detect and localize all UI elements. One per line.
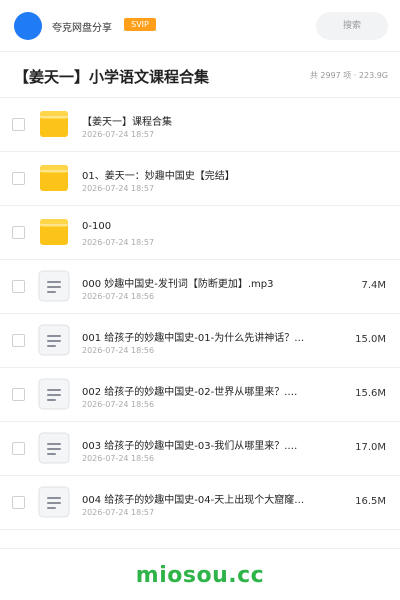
select-checkbox[interactable] bbox=[12, 226, 25, 239]
item-date: 2026-07-24 18:56 bbox=[82, 454, 155, 463]
document-icon bbox=[38, 432, 70, 464]
item-name[interactable]: 01、姜天一：妙趣中国史【完结】 bbox=[82, 167, 340, 182]
item-size: 15.6M bbox=[355, 388, 386, 399]
item-name[interactable]: 003 给孩子的妙趣中国史-03-我们从哪里来？.… bbox=[82, 437, 340, 452]
folder-row[interactable]: 01、姜天一：妙趣中国史【完结】 2026-07-24 18:57 bbox=[0, 152, 400, 206]
svip-badge: SVIP bbox=[124, 18, 156, 31]
item-date: 2026-07-24 18:57 bbox=[82, 508, 155, 517]
item-name[interactable]: 002 给孩子的妙趣中国史-02-世界从哪里来？.… bbox=[82, 383, 340, 398]
file-row[interactable]: 003 给孩子的妙趣中国史-03-我们从哪里来？.… 2026-07-24 18:… bbox=[0, 422, 400, 476]
item-size: 15.0M bbox=[355, 334, 386, 345]
folder-row[interactable]: 【姜天一】课程合集 2026-07-24 18:57 bbox=[0, 98, 400, 152]
item-date: 2026-07-24 18:57 bbox=[82, 184, 155, 193]
document-icon bbox=[38, 270, 70, 302]
item-date: 2026-07-24 18:56 bbox=[82, 346, 155, 355]
item-count: 共 2997 项 · 223.9G bbox=[309, 71, 388, 80]
select-checkbox[interactable] bbox=[12, 388, 25, 401]
item-size: 16.5M bbox=[355, 496, 386, 507]
item-size: 7.4M bbox=[361, 280, 386, 291]
folder-icon bbox=[38, 162, 70, 194]
watermark-logo: miosou.cc bbox=[135, 563, 265, 588]
file-row[interactable]: 004 给孩子的妙趣中国史-04-天上出现个大窟窿… 2026-07-24 18:… bbox=[0, 476, 400, 530]
select-checkbox[interactable] bbox=[12, 172, 25, 185]
folder-row[interactable]: 0-100 2026-07-24 18:57 bbox=[0, 206, 400, 260]
document-icon bbox=[38, 324, 70, 356]
item-name[interactable]: 【姜天一】课程合集 bbox=[82, 113, 340, 128]
file-row[interactable]: 002 给孩子的妙趣中国史-02-世界从哪里来？.… 2026-07-24 18:… bbox=[0, 368, 400, 422]
folder-header: 【姜天一】小学语文课程合集 共 2997 项 · 223.9G bbox=[0, 52, 400, 98]
top-bar: 夸克网盘分享 SVIP 搜索 bbox=[0, 0, 400, 52]
item-name[interactable]: 0-100 bbox=[82, 221, 340, 232]
search-input[interactable]: 搜索 bbox=[316, 12, 388, 40]
footer: miosou.cc bbox=[0, 548, 400, 600]
item-date: 2026-07-24 18:56 bbox=[82, 292, 155, 301]
file-row[interactable]: 000 妙趣中国史-发刊词【防断更加】.mp3 2026-07-24 18:56 7… bbox=[0, 260, 400, 314]
file-row[interactable]: 001 给孩子的妙趣中国史-01-为什么先讲神话？… 2026-07-24 18:… bbox=[0, 314, 400, 368]
select-checkbox[interactable] bbox=[12, 280, 25, 293]
page-title: 【姜天一】小学语文课程合集 bbox=[14, 68, 210, 86]
avatar[interactable] bbox=[14, 12, 42, 40]
file-list: 【姜天一】课程合集 2026-07-24 18:57 01、姜天一：妙趣中国史【完结… bbox=[0, 98, 400, 530]
user-name[interactable]: 夸克网盘分享 bbox=[52, 19, 112, 34]
item-date: 2026-07-24 18:57 bbox=[82, 238, 155, 247]
document-icon bbox=[38, 486, 70, 518]
select-checkbox[interactable] bbox=[12, 442, 25, 455]
select-checkbox[interactable] bbox=[12, 118, 25, 131]
folder-icon bbox=[38, 108, 70, 140]
document-icon bbox=[38, 378, 70, 410]
select-checkbox[interactable] bbox=[12, 496, 25, 509]
item-date: 2026-07-24 18:56 bbox=[82, 400, 155, 409]
item-size: 17.0M bbox=[355, 442, 386, 453]
folder-icon bbox=[38, 216, 70, 248]
select-checkbox[interactable] bbox=[12, 334, 25, 347]
item-name[interactable]: 001 给孩子的妙趣中国史-01-为什么先讲神话？… bbox=[82, 329, 340, 344]
item-name[interactable]: 000 妙趣中国史-发刊词【防断更加】.mp3 bbox=[82, 275, 340, 290]
item-date: 2026-07-24 18:57 bbox=[82, 130, 155, 139]
item-name[interactable]: 004 给孩子的妙趣中国史-04-天上出现个大窟窿… bbox=[82, 491, 340, 506]
